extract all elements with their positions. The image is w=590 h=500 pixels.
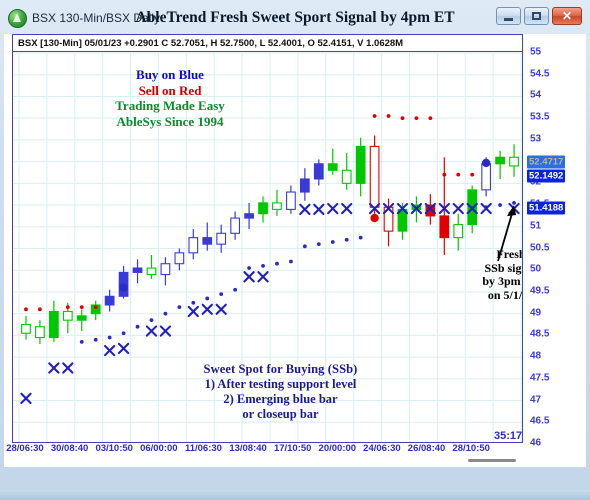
date-tick: 13/08:40 — [229, 443, 267, 454]
date-tick: 11/06:30 — [184, 443, 222, 454]
quote-info-bar: BSX [130-Min] 05/01/23 +0.2901 C 52.7051… — [13, 35, 522, 52]
price-marker-close: 52.1492 — [527, 169, 566, 183]
status-bar — [0, 490, 590, 500]
maximize-icon — [532, 12, 541, 20]
date-tick: 30/08:40 — [50, 443, 89, 454]
minimize-button[interactable] — [496, 7, 521, 25]
date-tick: 28/06:30 — [6, 443, 44, 454]
price-tick: 48.5 — [530, 328, 550, 340]
minimize-icon — [504, 17, 513, 21]
window-label: BSX 130-Min/BSX Daily — [32, 11, 161, 25]
price-marker-support: 51.4188 — [527, 201, 566, 215]
abletrend-logo-icon — [8, 8, 27, 28]
price-tick: 49 — [530, 307, 542, 319]
title-bar: BSX 130-Min/BSX Daily AbleTrend Fresh Sw… — [4, 4, 586, 32]
date-tick: 24/06:30 — [363, 443, 401, 454]
chart-series — [20, 114, 520, 405]
price-tick: 53 — [530, 133, 542, 145]
date-axis[interactable]: 28/06:30 30/08:40 03/10:50 06/00:00 11/06:30… — [6, 443, 523, 463]
countdown-timer: 35:17 — [494, 430, 523, 442]
price-tick: 47.5 — [530, 372, 550, 384]
date-tick: 03/10:50 — [95, 443, 133, 454]
price-axis[interactable]: 5554.55453.55352.55251.55150.55049.54948… — [524, 34, 586, 449]
window-controls: ✕ — [496, 7, 582, 25]
price-tick: 54 — [530, 89, 542, 101]
price-tick: 53.5 — [530, 111, 550, 123]
horizontal-scrollbar[interactable] — [468, 459, 516, 462]
price-tick: 50 — [530, 263, 542, 275]
date-tick: 28/10:50 — [452, 443, 490, 454]
price-tick: 51 — [530, 220, 542, 232]
price-tick: 49.5 — [530, 285, 550, 297]
price-tick: 55 — [530, 46, 542, 58]
chart-frame: BSX [130-Min] 05/01/23 +0.2901 C 52.7051… — [4, 34, 586, 467]
price-tick: 50.5 — [530, 242, 550, 253]
abletrend-window: BSX 130-Min/BSX Daily AbleTrend Fresh Sw… — [0, 0, 590, 500]
price-tick: 54.5 — [530, 68, 550, 80]
date-tick: 17/10:50 — [273, 443, 312, 454]
plot-area[interactable]: BSX [130-Min] 05/01/23 +0.2901 C 52.7051… — [12, 34, 523, 443]
close-button[interactable]: ✕ — [552, 7, 582, 25]
maximize-button[interactable] — [524, 7, 549, 25]
price-tick: 46 — [530, 437, 542, 449]
date-tick: 06/00:00 — [140, 443, 178, 454]
price-tick: 47 — [530, 394, 542, 406]
price-tick: 48 — [530, 350, 542, 362]
date-tick: 20/00:00 — [318, 443, 357, 454]
date-tick: 26/08:40 — [407, 443, 446, 454]
price-tick: 46.5 — [530, 415, 550, 427]
close-icon: ✕ — [561, 9, 573, 23]
price-marker-stop: 52.4717 — [527, 155, 566, 169]
